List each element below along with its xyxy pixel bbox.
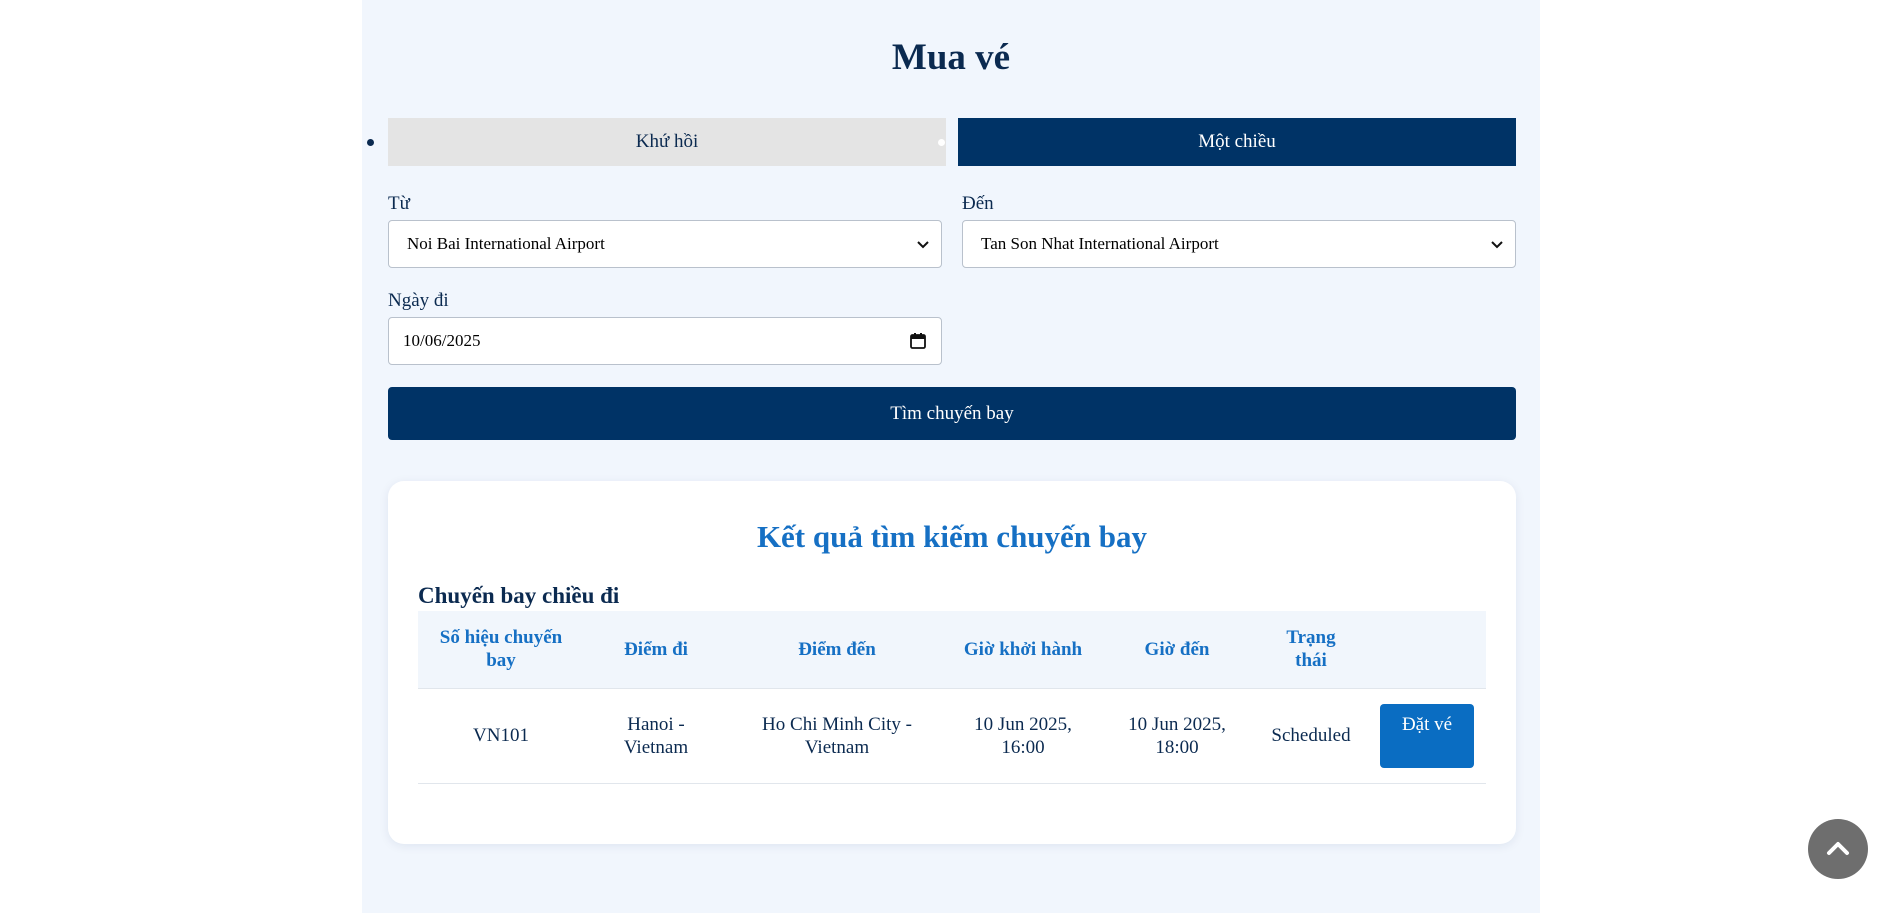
date-label: Ngày đi bbox=[388, 290, 449, 311]
column-header: Giờ khởi hành bbox=[963, 638, 1083, 660]
to-select[interactable]: Tan Son Nhat International Airport bbox=[962, 220, 1516, 268]
column-header bbox=[1368, 611, 1486, 688]
flight-status: Scheduled bbox=[1271, 725, 1351, 746]
chevron-down-icon bbox=[917, 241, 929, 249]
tab-bullet bbox=[938, 139, 945, 146]
from-select[interactable]: Noi Bai International Airport bbox=[388, 220, 942, 268]
action-cell: Đặt vé bbox=[1368, 688, 1486, 783]
table-row: VN101 Hanoi - Vietnam Ho Chi Minh City -… bbox=[418, 688, 1486, 783]
to-label: Đến bbox=[962, 193, 994, 214]
results-card: Kết quả tìm kiếm chuyến bay Chuyến bay c… bbox=[388, 481, 1516, 844]
from-label: Từ bbox=[388, 193, 410, 214]
scroll-to-top-button[interactable] bbox=[1808, 819, 1868, 879]
table-header-row: Số hiệu chuyến bay Điểm đi Điểm đến Giờ … bbox=[418, 611, 1486, 688]
results-title: Kết quả tìm kiếm chuyến bay bbox=[756, 519, 1148, 554]
tab-round-trip[interactable]: Khứ hồi bbox=[388, 118, 946, 166]
page-title: Mua vé bbox=[891, 37, 1011, 78]
to-select-value: Tan Son Nhat International Airport bbox=[981, 234, 1219, 253]
search-flights-button[interactable]: Tìm chuyến bay bbox=[388, 387, 1516, 440]
booking-panel: Mua vé Khứ hồi Một chiều Từ Noi Bai Inte… bbox=[362, 0, 1540, 913]
column-header: Trạng thái bbox=[1286, 627, 1336, 672]
tab-bullet bbox=[367, 139, 374, 146]
column-header: Điểm đi bbox=[624, 638, 688, 660]
date-input-value: 10/06/2025 bbox=[403, 331, 481, 350]
trip-type-tabs: Khứ hồi Một chiều bbox=[362, 118, 1540, 166]
column-header: Số hiệu chuyến bay bbox=[439, 627, 563, 672]
column-header: Điểm đến bbox=[798, 638, 876, 660]
tab-one-way[interactable]: Một chiều bbox=[958, 118, 1516, 166]
column-header: Giờ đến bbox=[1144, 638, 1210, 660]
flight-number: VN101 bbox=[473, 725, 529, 746]
departure-time: 10 Jun 2025, 16:00 bbox=[974, 713, 1072, 758]
flights-table: Số hiệu chuyến bay Điểm đi Điểm đến Giờ … bbox=[418, 611, 1486, 784]
outbound-section-title: Chuyến bay chiều đi bbox=[418, 583, 620, 608]
book-ticket-button[interactable]: Đặt vé bbox=[1380, 703, 1474, 768]
departure-city: Hanoi - Vietnam bbox=[623, 713, 689, 758]
from-select-value: Noi Bai International Airport bbox=[407, 234, 605, 253]
calendar-icon[interactable] bbox=[909, 332, 927, 350]
arrival-time: 10 Jun 2025, 18:00 bbox=[1128, 713, 1226, 758]
arrival-city: Ho Chi Minh City - Vietnam bbox=[762, 713, 912, 758]
chevron-up-icon bbox=[1827, 842, 1849, 855]
date-input[interactable]: 10/06/2025 bbox=[388, 317, 942, 365]
chevron-down-icon bbox=[1491, 241, 1503, 249]
